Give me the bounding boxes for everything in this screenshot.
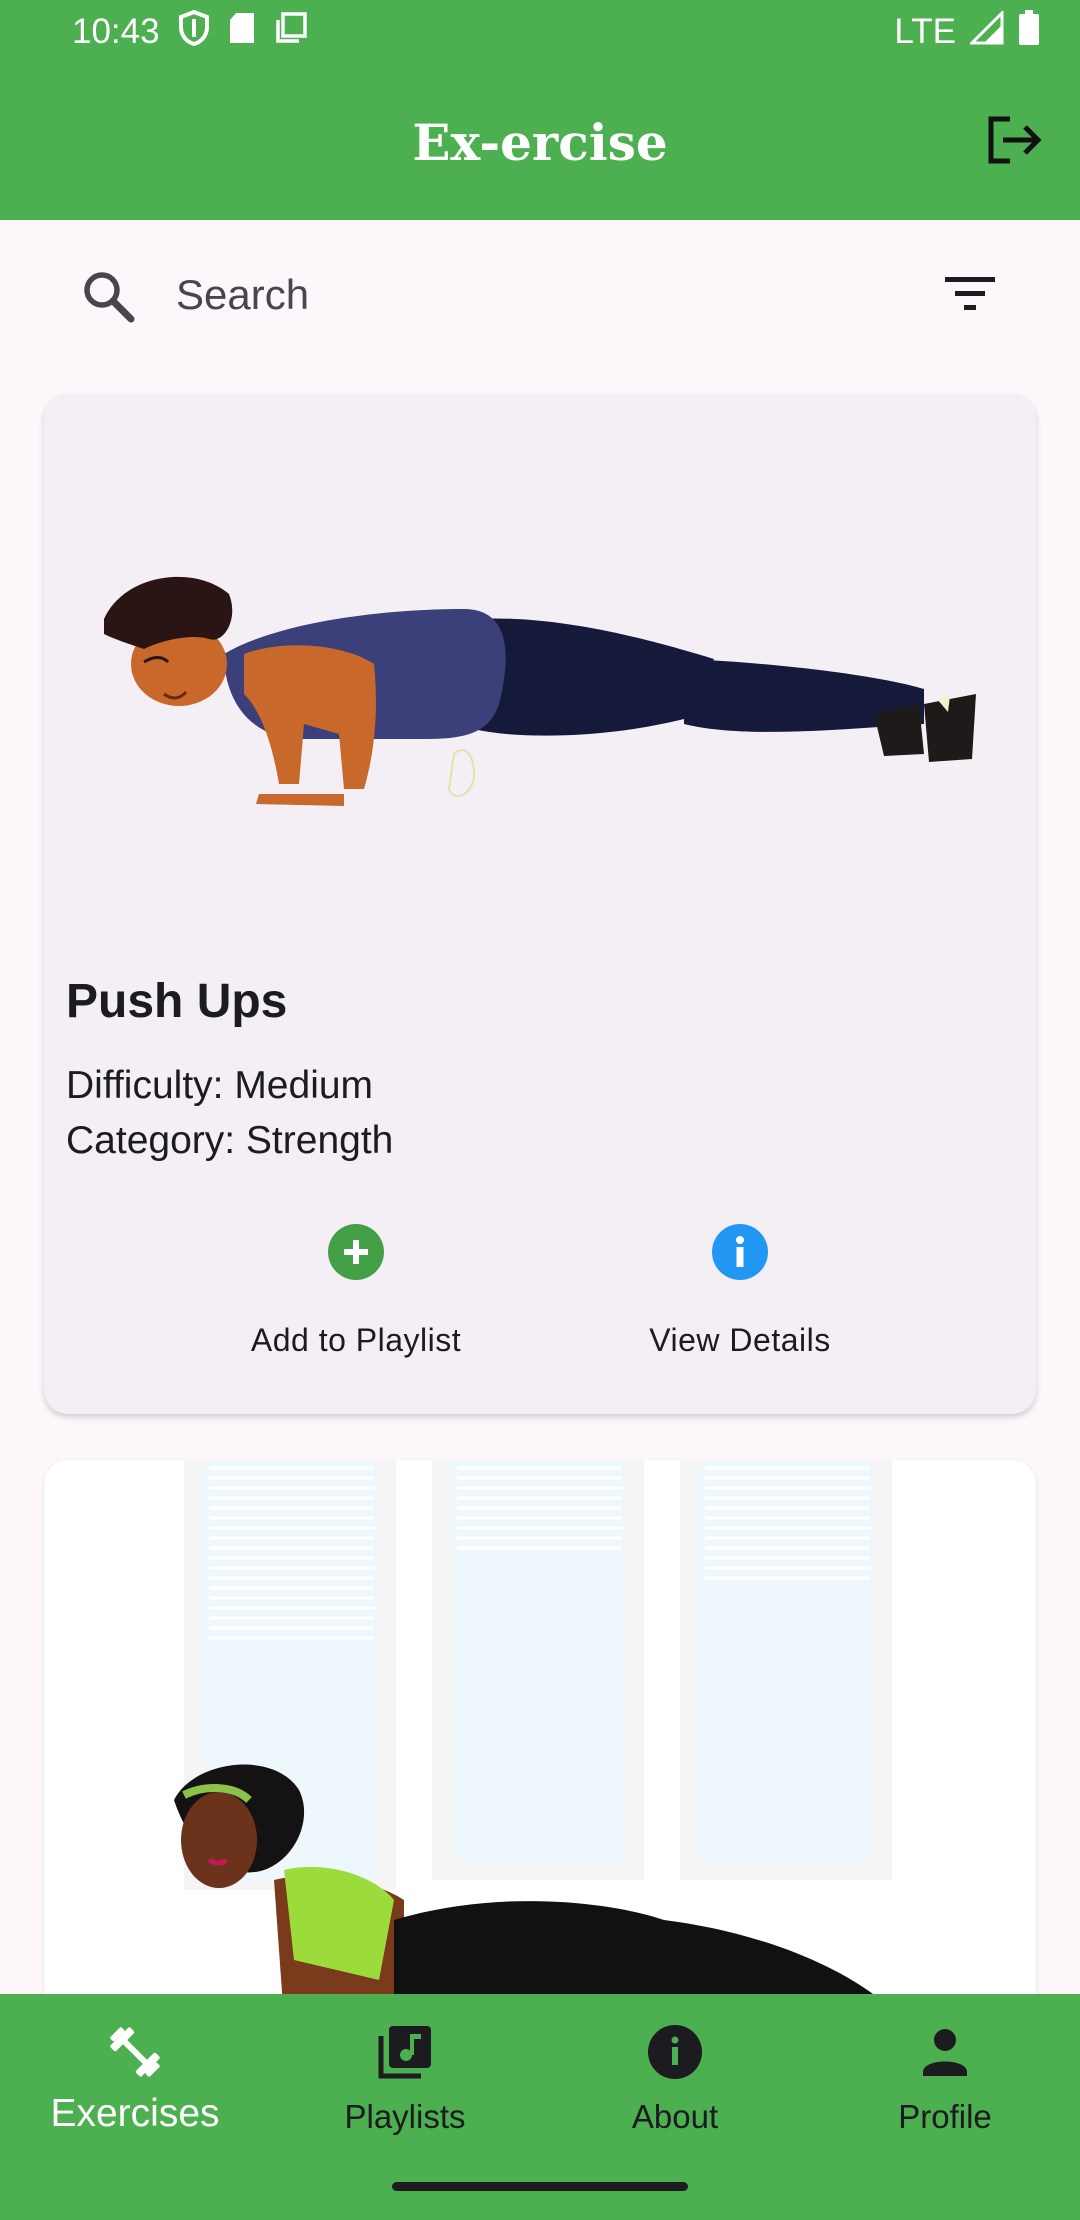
exercise-card[interactable]: Push Ups Difficulty: Medium Category: St…: [44, 394, 1036, 1414]
search-bar: [0, 220, 1080, 370]
nav-about[interactable]: About: [540, 1994, 810, 2164]
nav-profile[interactable]: Profile: [810, 1994, 1080, 2164]
exercise-image: [44, 394, 1036, 954]
exercise-card[interactable]: [44, 1460, 1036, 2020]
search-icon[interactable]: [80, 268, 136, 324]
exercise-difficulty: Difficulty: Medium: [66, 1064, 374, 1107]
logout-icon: [986, 115, 1042, 170]
shield-icon: [178, 9, 210, 55]
battery-icon: [1018, 9, 1040, 55]
sd-card-icon: [228, 11, 256, 54]
gesture-handle[interactable]: [392, 2182, 688, 2191]
music-library-icon: [373, 2020, 437, 2084]
dumbbell-icon: [103, 2020, 167, 2084]
status-time: 10:43: [72, 12, 160, 51]
nav-label: Exercises: [50, 2092, 220, 2135]
filter-icon: [944, 274, 996, 319]
info-icon: [643, 2020, 707, 2084]
add-to-playlist-button[interactable]: Add to Playlist: [206, 1224, 506, 1384]
exercise-image: [44, 1460, 1036, 2020]
exercise-category: Category: Strength: [66, 1119, 394, 1162]
person-icon: [913, 2020, 977, 2084]
app-title: Ex-ercise: [412, 112, 668, 172]
network-type: LTE: [894, 12, 956, 51]
signal-icon: [968, 8, 1004, 54]
nav-label: Profile: [898, 2098, 992, 2135]
nav-playlists[interactable]: Playlists: [270, 1994, 540, 2164]
nav-label: Playlists: [344, 2098, 466, 2135]
add-circle-icon: [328, 1224, 384, 1280]
exercise-title: Push Ups: [66, 975, 288, 1028]
app-bar: Ex-ercise: [0, 64, 1080, 220]
search-input[interactable]: [176, 265, 876, 325]
view-details-label: View Details: [649, 1322, 831, 1358]
copy-icon: [274, 11, 308, 54]
logout-button[interactable]: [984, 112, 1044, 172]
info-circle-icon: [712, 1224, 768, 1280]
filter-button[interactable]: [940, 266, 1000, 326]
nav-exercises[interactable]: Exercises: [0, 1994, 270, 2164]
status-bar: 10:43 LTE: [0, 0, 1080, 64]
add-to-playlist-label: Add to Playlist: [250, 1322, 462, 1358]
view-details-button[interactable]: View Details: [590, 1224, 890, 1384]
nav-label: About: [631, 2098, 719, 2135]
